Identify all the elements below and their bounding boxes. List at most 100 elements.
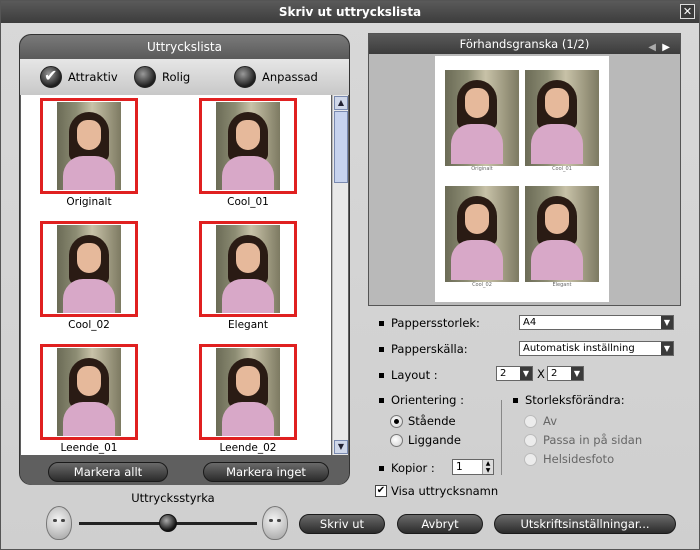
copies-stepper[interactable]: ▲ ▼ — [482, 460, 493, 474]
chevron-down-icon[interactable]: ▼ — [520, 367, 532, 380]
settings-divider — [501, 400, 502, 475]
layout-x-separator: X — [537, 367, 545, 381]
scroll-up-icon[interactable]: ▲ — [334, 96, 348, 110]
preview-title: Förhandsgranska (1/2) — [459, 37, 590, 51]
next-page-icon[interactable]: ▶ — [662, 38, 670, 58]
thumbnail-caption: Elegant — [228, 319, 268, 331]
portrait-photo — [216, 225, 280, 313]
thumbnail-grid: Originalt Cool_01 Cool_02 Elegant Leende… — [21, 95, 331, 455]
orientation-landscape-radio[interactable] — [390, 434, 403, 447]
preview-paper: Originalt Cool_01 Cool_02 Elegant — [435, 56, 609, 302]
paper-source-label: Papperskälla: — [391, 342, 468, 356]
window-title: Skriv ut uttryckslista — [278, 5, 422, 19]
bullet-icon — [379, 466, 384, 471]
preview-header: Förhandsgranska (1/2) ◀ ▶ — [369, 34, 680, 54]
thumbnail-caption: Cool_01 — [227, 196, 269, 208]
preview-caption: Elegant — [552, 282, 572, 288]
preview-caption: Cool_02 — [472, 282, 492, 288]
resize-off-label: Av — [543, 414, 557, 428]
thumbnail-frame[interactable] — [199, 344, 297, 440]
layout-label: Layout : — [391, 368, 438, 382]
thumbnail-item[interactable]: Originalt — [34, 98, 144, 216]
resize-full-label: Helsidesfoto — [543, 452, 615, 466]
paper-source-dropdown[interactable]: Automatisk inställning ▼ — [519, 341, 674, 356]
show-names-checkbox[interactable]: ✔ — [375, 485, 387, 497]
layout-rows-dropdown[interactable]: 2 ▼ — [547, 366, 584, 381]
orientation-label: Orientering : — [391, 393, 464, 407]
thumbnail-item[interactable]: Elegant — [193, 221, 303, 339]
resize-full-radio[interactable] — [524, 453, 537, 466]
select-none-button[interactable]: Markera inget — [203, 462, 329, 482]
bullet-icon — [513, 398, 518, 403]
preview-thumbnail: Cool_02 — [445, 186, 519, 288]
option-attraktiv[interactable]: Attraktiv — [40, 65, 118, 89]
bullet-icon — [379, 373, 384, 378]
cancel-button[interactable]: Avbryt — [397, 514, 483, 534]
portrait-photo — [216, 348, 280, 436]
thumbnail-caption: Originalt — [66, 196, 112, 208]
title-bar: Skriv ut uttryckslista ✕ — [1, 1, 699, 23]
expression-list-footer: Markera allt Markera inget — [20, 455, 349, 485]
option-rolig[interactable]: Rolig — [134, 65, 190, 89]
show-names-label: Visa uttrycksnamn — [391, 484, 499, 498]
close-icon[interactable]: ✕ — [680, 4, 695, 19]
thumbnail-frame[interactable] — [40, 98, 138, 194]
thumbnail-frame[interactable] — [199, 221, 297, 317]
neutral-face-icon — [46, 506, 72, 540]
strength-label: Uttrycksstyrka — [131, 491, 215, 505]
paper-size-dropdown[interactable]: A4 ▼ — [519, 315, 674, 330]
scroll-down-icon[interactable]: ▼ — [334, 440, 348, 454]
thumbnail-caption: Leende_02 — [219, 442, 277, 454]
print-settings-button[interactable]: Utskriftsinställningar... — [494, 514, 676, 534]
layout-columns-value: 2 — [500, 368, 507, 379]
resize-off-radio[interactable] — [524, 415, 537, 428]
preview-thumbnail: Originalt — [445, 70, 519, 172]
print-button[interactable]: Skriv ut — [299, 514, 385, 534]
chevron-down-icon[interactable]: ▼ — [661, 342, 673, 355]
radio-icon[interactable] — [234, 66, 256, 88]
preview-thumbnail: Elegant — [525, 186, 599, 288]
option-anpassad[interactable]: Anpassad — [234, 65, 318, 89]
print-preview-panel: Förhandsgranska (1/2) ◀ ▶ Originalt Cool… — [368, 33, 681, 306]
thumbnail-caption: Leende_01 — [60, 442, 118, 454]
thumbnail-item[interactable]: Leende_01 — [34, 344, 144, 455]
thumbnail-scrollbar[interactable]: ▲ ▼ — [332, 95, 348, 455]
previous-page-icon[interactable]: ◀ — [648, 38, 656, 58]
thumbnail-frame[interactable] — [40, 221, 138, 317]
expression-style-options: Attraktiv Rolig Anpassad — [20, 59, 349, 95]
layout-rows-value: 2 — [551, 368, 558, 379]
resize-fit-radio[interactable] — [524, 434, 537, 447]
paper-size-value: A4 — [523, 317, 537, 328]
expression-list-panel: Uttryckslista Attraktiv Rolig Anpassad O… — [19, 34, 350, 485]
chevron-down-icon[interactable]: ▼ — [661, 316, 673, 329]
paper-source-value: Automatisk inställning — [523, 343, 635, 354]
resize-fit-label: Passa in på sidan — [543, 433, 643, 447]
preview-caption: Cool_01 — [552, 166, 572, 172]
thumbnail-frame[interactable] — [199, 98, 297, 194]
bullet-icon — [379, 398, 384, 403]
preview-caption: Originalt — [471, 166, 493, 172]
orientation-portrait-label: Stående — [408, 414, 456, 428]
portrait-photo — [525, 186, 599, 282]
portrait-photo — [445, 186, 519, 282]
select-all-button[interactable]: Markera allt — [48, 462, 168, 482]
portrait-photo — [216, 102, 280, 190]
smiling-face-icon — [262, 506, 288, 540]
option-label: Rolig — [162, 70, 191, 84]
radio-icon[interactable] — [134, 66, 156, 88]
thumbnail-frame[interactable] — [40, 344, 138, 440]
thumbnail-item[interactable]: Cool_02 — [34, 221, 144, 339]
portrait-photo — [57, 348, 121, 436]
radio-checked-icon[interactable] — [40, 66, 62, 88]
strength-slider-knob[interactable] — [159, 514, 177, 532]
layout-columns-dropdown[interactable]: 2 ▼ — [496, 366, 533, 381]
option-label: Anpassad — [262, 70, 318, 84]
thumbnail-item[interactable]: Leende_02 — [193, 344, 303, 455]
chevron-down-icon[interactable]: ▼ — [571, 367, 583, 380]
preview-thumbnail: Cool_01 — [525, 70, 599, 172]
orientation-portrait-radio[interactable] — [390, 415, 403, 428]
thumbnail-item[interactable]: Cool_01 — [193, 98, 303, 216]
thumbnail-caption: Cool_02 — [68, 319, 110, 331]
scrollbar-thumb[interactable] — [334, 111, 348, 183]
portrait-photo — [525, 70, 599, 166]
